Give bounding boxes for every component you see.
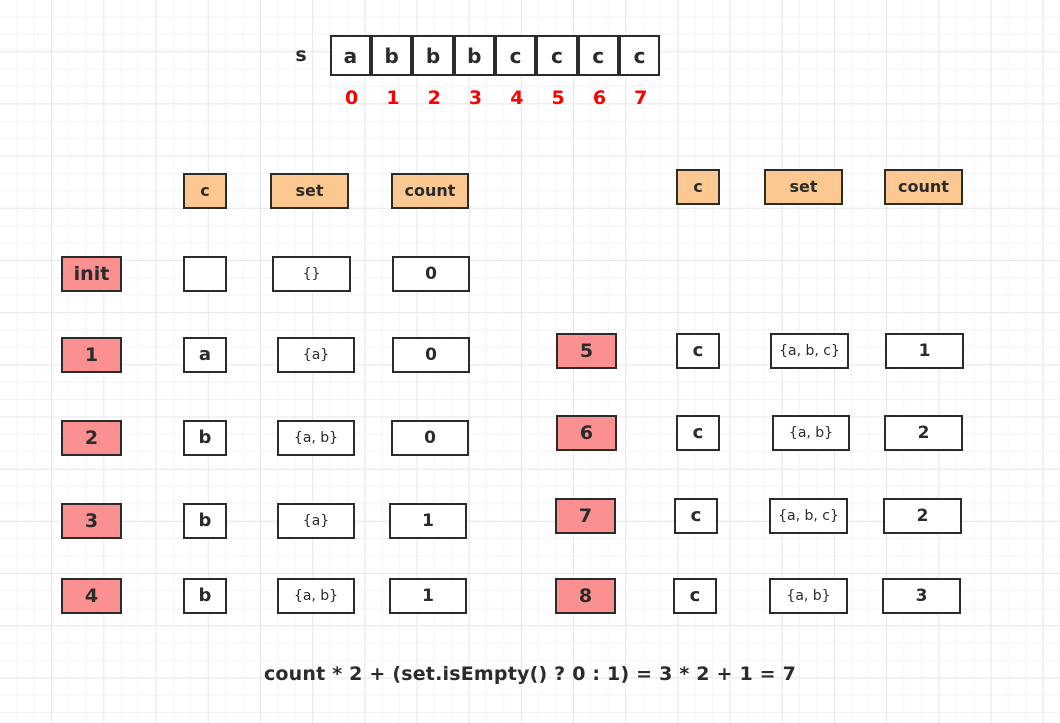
string-cell-2: b bbox=[412, 35, 454, 76]
left-row-label-3: 3 bbox=[61, 503, 122, 539]
left-cell-c-2: b bbox=[183, 420, 227, 456]
right-header-set: set bbox=[764, 169, 843, 205]
formula-caption: count * 2 + (set.isEmpty() ? 0 : 1) = 3 … bbox=[263, 663, 797, 685]
string-index-7: 7 bbox=[634, 87, 648, 109]
left-header-count: count bbox=[391, 173, 469, 209]
string-index-5: 5 bbox=[551, 87, 565, 109]
string-index-3: 3 bbox=[468, 87, 483, 109]
left-cell-count-3: 1 bbox=[389, 503, 467, 539]
left-cell-set-3: {a} bbox=[277, 503, 355, 539]
right-cell-set-6: {a, b} bbox=[772, 415, 850, 451]
string-variable-label: s bbox=[295, 44, 307, 66]
right-cell-count-5: 1 bbox=[885, 333, 964, 369]
string-index-2: 2 bbox=[427, 87, 441, 109]
right-row-label-7: 7 bbox=[555, 498, 616, 534]
left-cell-c-init bbox=[183, 256, 227, 292]
string-index-0: 0 bbox=[345, 87, 359, 109]
left-cell-set-4: {a, b} bbox=[277, 578, 355, 614]
left-cell-set-2: {a, b} bbox=[277, 420, 355, 456]
left-row-label-1: 1 bbox=[61, 337, 122, 373]
right-cell-count-7: 2 bbox=[883, 498, 962, 534]
right-cell-count-6: 2 bbox=[884, 415, 963, 451]
string-cell-1: b bbox=[371, 35, 413, 76]
right-row-label-6: 6 bbox=[556, 415, 617, 451]
right-cell-set-5: {a, b, c} bbox=[770, 333, 849, 369]
right-cell-c-5: c bbox=[676, 333, 720, 369]
left-cell-c-4: b bbox=[183, 578, 227, 614]
string-cell-3: b bbox=[453, 35, 495, 76]
right-header-count: count bbox=[884, 169, 963, 205]
string-index-1: 1 bbox=[386, 87, 400, 109]
string-cell-6: c bbox=[577, 35, 619, 76]
string-cell-4: c bbox=[494, 35, 537, 76]
left-cell-count-init: 0 bbox=[392, 256, 470, 292]
left-cell-c-1: a bbox=[183, 337, 227, 373]
right-row-label-5: 5 bbox=[556, 333, 617, 369]
right-cell-c-6: c bbox=[676, 415, 720, 451]
left-header-set: set bbox=[270, 173, 349, 209]
left-cell-count-4: 1 bbox=[389, 578, 467, 614]
string-cell-5: c bbox=[536, 35, 578, 76]
left-row-label-2: 2 bbox=[61, 420, 122, 456]
right-row-label-8: 8 bbox=[555, 578, 616, 614]
string-index-4: 4 bbox=[510, 87, 524, 109]
right-cell-c-7: c bbox=[674, 498, 718, 534]
right-header-c: c bbox=[676, 169, 720, 205]
left-header-c: c bbox=[183, 173, 227, 209]
left-row-label-init: init bbox=[61, 256, 122, 292]
right-cell-set-8: {a, b} bbox=[769, 578, 848, 614]
left-row-label-4: 4 bbox=[61, 578, 122, 614]
diagram-canvas: s a b b b c c c c 0 1 2 3 4 5 6 7 c set … bbox=[0, 0, 1060, 723]
left-cell-count-2: 0 bbox=[391, 420, 469, 456]
string-cell-0: a bbox=[329, 35, 372, 76]
right-cell-count-8: 3 bbox=[882, 578, 961, 614]
right-cell-c-8: c bbox=[673, 578, 717, 614]
right-cell-set-7: {a, b, c} bbox=[769, 498, 848, 534]
string-cell-7: c bbox=[618, 35, 661, 76]
left-cell-count-1: 0 bbox=[392, 337, 470, 373]
left-cell-set-1: {a} bbox=[277, 337, 355, 373]
left-cell-set-init: {} bbox=[272, 256, 351, 292]
string-index-6: 6 bbox=[592, 87, 607, 109]
left-cell-c-3: b bbox=[183, 503, 227, 539]
